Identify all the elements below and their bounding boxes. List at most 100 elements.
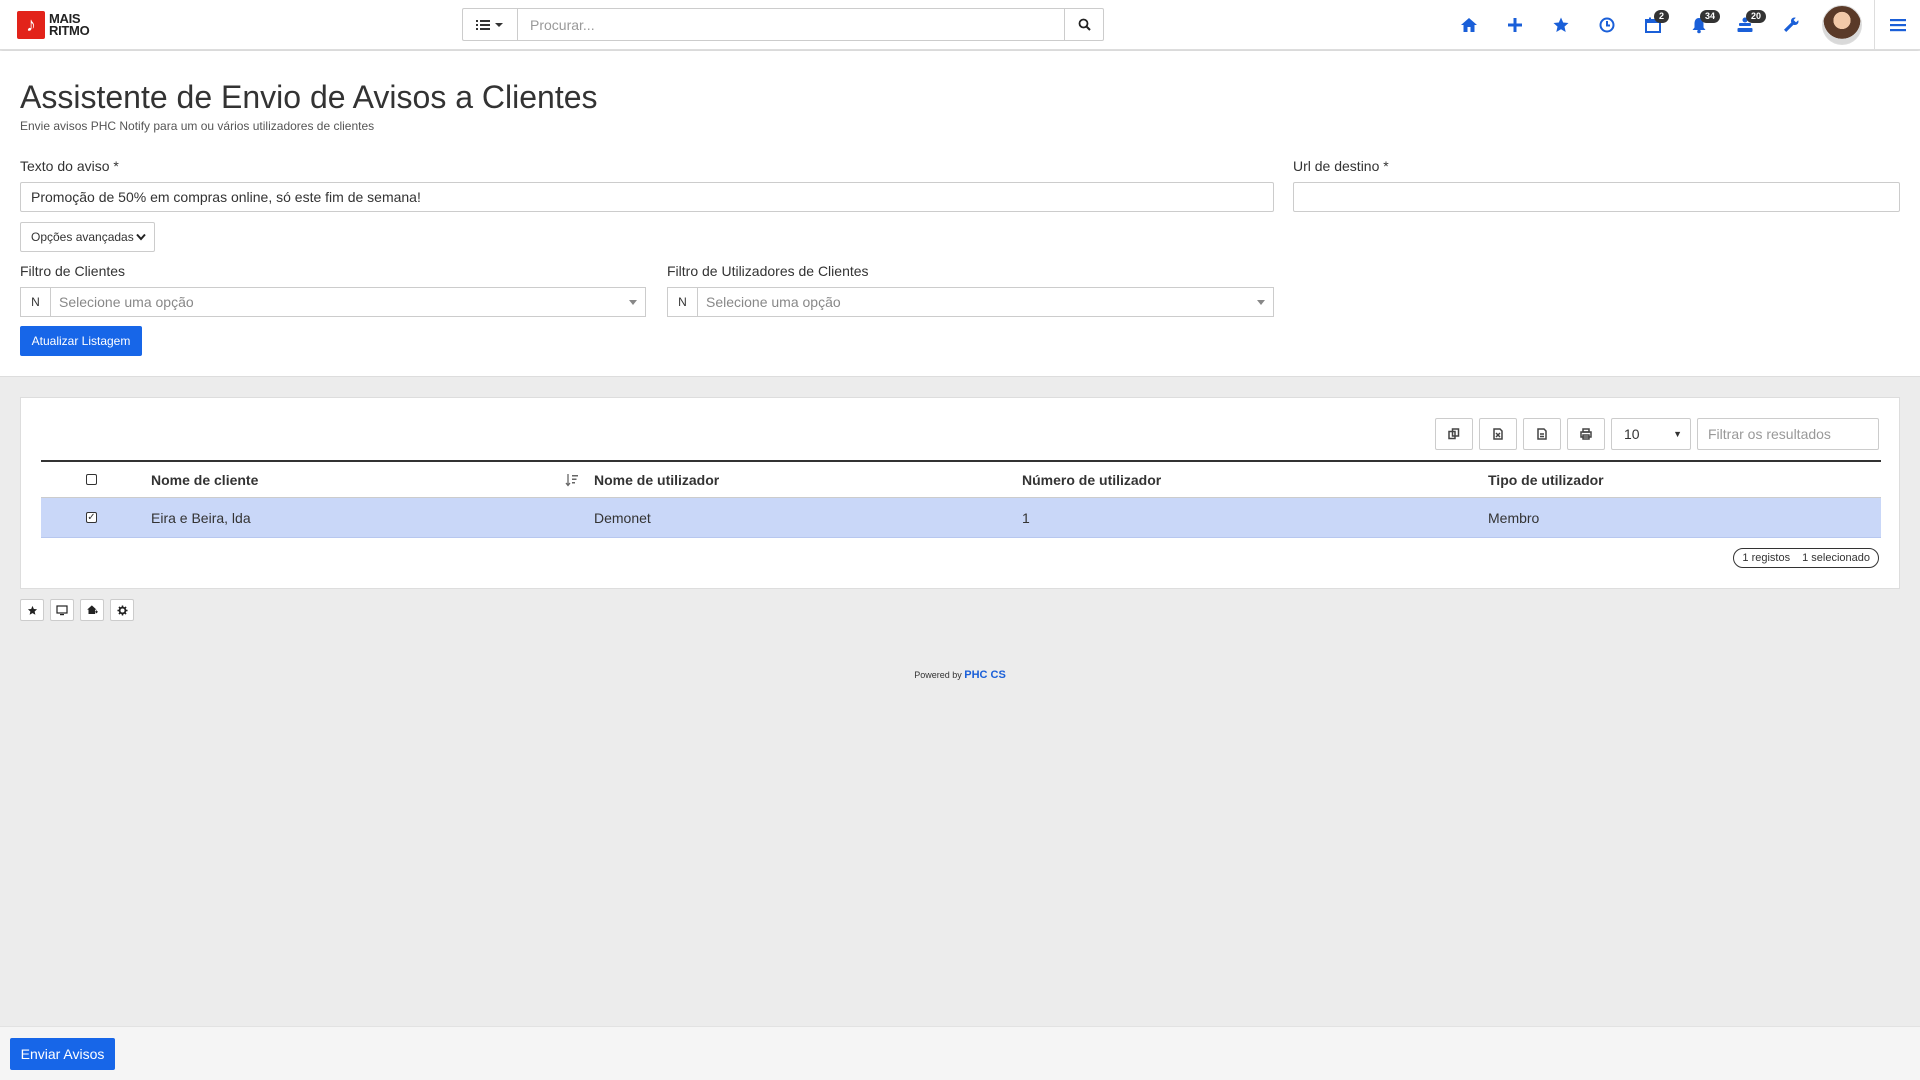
footer-bar: Enviar Avisos bbox=[0, 1026, 1920, 1080]
page-settings-button[interactable] bbox=[110, 599, 134, 621]
logo-mark-icon: ♪ bbox=[17, 11, 45, 39]
page-subtitle: Envie avisos PHC Notify para um ou vário… bbox=[20, 119, 375, 133]
checkbox-icon bbox=[86, 474, 97, 485]
client-filter-label: Filtro de Clientes bbox=[20, 263, 126, 279]
message-label: Texto do aviso * bbox=[20, 158, 119, 174]
page-title: Assistente de Envio de Avisos a Clientes bbox=[20, 79, 598, 115]
user-filter-select[interactable]: N Selecione uma opção bbox=[667, 287, 1274, 317]
page-size-value: 10 bbox=[1624, 426, 1640, 442]
home-button[interactable] bbox=[1446, 0, 1492, 50]
search-button[interactable] bbox=[1065, 8, 1104, 41]
monitor-icon bbox=[56, 604, 68, 615]
selected-count: 1 selecionado bbox=[1802, 552, 1870, 564]
gear-icon bbox=[116, 604, 128, 616]
cell-client-name: Eira e Beira, lda bbox=[151, 509, 251, 526]
table-summary: 1 registos 1 selecionado bbox=[1733, 548, 1879, 568]
copy-button[interactable] bbox=[1435, 418, 1473, 450]
column-header-user-type[interactable]: Tipo de utilizador bbox=[1488, 462, 1604, 497]
favorite-page-button[interactable] bbox=[20, 599, 44, 621]
users-badge: 20 bbox=[1746, 10, 1767, 23]
add-button[interactable] bbox=[1492, 0, 1538, 50]
results-filter-input[interactable]: Filtrar os resultados bbox=[1697, 418, 1879, 450]
table-header: Nome de cliente Nome de utilizador Númer… bbox=[41, 460, 1881, 498]
results-panel: 10 ▼ Filtrar os resultados Nome de clien… bbox=[20, 397, 1900, 589]
caret-down-icon bbox=[629, 300, 637, 305]
column-header-user-name[interactable]: Nome de utilizador bbox=[594, 462, 719, 497]
calendar-button[interactable]: 2 bbox=[1630, 0, 1676, 50]
tools-button[interactable] bbox=[1768, 0, 1814, 50]
table-toolbar: 10 ▼ Filtrar os resultados bbox=[1435, 418, 1879, 450]
column-header-client-name[interactable]: Nome de cliente bbox=[151, 462, 258, 497]
add-to-home-button[interactable] bbox=[80, 599, 104, 621]
search-scope-dropdown[interactable] bbox=[462, 8, 517, 41]
user-filter-placeholder: Selecione uma opção bbox=[706, 294, 841, 310]
search-input[interactable]: Procurar... bbox=[517, 8, 1065, 41]
hamburger-icon bbox=[1889, 19, 1906, 32]
caret-down-icon: ▼ bbox=[1673, 429, 1682, 439]
advanced-options-label: Opções avançadas bbox=[31, 230, 134, 244]
page-size-select[interactable]: 10 ▼ bbox=[1611, 418, 1691, 450]
caret-down-icon bbox=[1257, 300, 1265, 305]
clock-icon bbox=[1599, 17, 1615, 33]
checkmark-icon: ✓ bbox=[86, 511, 97, 523]
cell-user-name: Demonet bbox=[594, 509, 651, 526]
search-icon bbox=[1078, 18, 1091, 31]
client-filter-negate-toggle[interactable]: N bbox=[20, 287, 50, 317]
table-row[interactable]: ✓ Eira e Beira, lda Demonet 1 Membro bbox=[41, 498, 1881, 538]
history-button[interactable] bbox=[1584, 0, 1630, 50]
sort-icon[interactable] bbox=[565, 462, 579, 497]
user-avatar[interactable] bbox=[1822, 5, 1862, 45]
global-search: Procurar... bbox=[462, 8, 1104, 41]
list-icon bbox=[476, 19, 490, 30]
home-icon bbox=[1461, 18, 1477, 32]
client-filter-select[interactable]: N Selecione uma opção bbox=[20, 287, 646, 317]
copy-icon bbox=[1448, 428, 1460, 440]
record-count: 1 registos bbox=[1742, 552, 1791, 564]
logo-text: MAIS RITMO bbox=[49, 12, 90, 38]
column-header-user-number[interactable]: Número de utilizador bbox=[1022, 462, 1161, 497]
form-section: Assistente de Envio de Avisos a Clientes… bbox=[0, 51, 1920, 377]
url-label: Url de destino * bbox=[1293, 158, 1389, 174]
user-filter-label: Filtro de Utilizadores de Clientes bbox=[667, 263, 869, 279]
star-icon bbox=[1553, 17, 1569, 32]
export-excel-button[interactable] bbox=[1479, 418, 1517, 450]
powered-brand-link[interactable]: PHC CS bbox=[964, 669, 1006, 681]
page-actions bbox=[20, 599, 134, 621]
plus-icon bbox=[1508, 18, 1522, 32]
client-filter-dropdown[interactable]: Selecione uma opção bbox=[50, 287, 646, 317]
favorites-button[interactable] bbox=[1538, 0, 1584, 50]
advanced-options-button[interactable]: Opções avançadas bbox=[20, 222, 155, 252]
cell-user-type: Membro bbox=[1488, 509, 1540, 526]
notifications-badge: 34 bbox=[1700, 10, 1721, 23]
desktop-shortcut-button[interactable] bbox=[50, 599, 74, 621]
select-all-checkbox[interactable] bbox=[86, 462, 97, 497]
logo-line-2: RITMO bbox=[49, 23, 90, 38]
user-filter-dropdown[interactable]: Selecione uma opção bbox=[697, 287, 1274, 317]
send-notices-button[interactable]: Enviar Avisos bbox=[10, 1038, 115, 1070]
app-logo[interactable]: ♪ MAIS RITMO bbox=[17, 11, 90, 39]
top-navbar: ♪ MAIS RITMO Procurar... 2 34 20 bbox=[0, 0, 1920, 50]
powered-by: Powered by PHC CS bbox=[0, 669, 1920, 681]
url-input[interactable] bbox=[1293, 182, 1900, 212]
excel-icon bbox=[1493, 428, 1503, 440]
sort-desc-icon bbox=[565, 473, 578, 487]
print-button[interactable] bbox=[1567, 418, 1605, 450]
pdf-icon bbox=[1537, 428, 1547, 440]
chevron-down-icon bbox=[135, 233, 146, 241]
home-add-icon bbox=[86, 605, 98, 614]
user-filter-negate-toggle[interactable]: N bbox=[667, 287, 697, 317]
message-input[interactable]: Promoção de 50% em compras online, só es… bbox=[20, 182, 1274, 212]
row-checkbox[interactable]: ✓ bbox=[86, 498, 97, 537]
client-filter-placeholder: Selecione uma opção bbox=[59, 294, 194, 310]
refresh-list-button[interactable]: Atualizar Listagem bbox=[20, 326, 142, 356]
top-icon-bar: 2 34 20 bbox=[1446, 0, 1920, 50]
users-button[interactable]: 20 bbox=[1722, 0, 1768, 50]
star-icon bbox=[27, 605, 37, 615]
cell-user-number: 1 bbox=[1022, 509, 1030, 526]
powered-prefix: Powered by bbox=[914, 670, 962, 680]
notifications-button[interactable]: 34 bbox=[1676, 0, 1722, 50]
export-pdf-button[interactable] bbox=[1523, 418, 1561, 450]
print-icon bbox=[1580, 428, 1592, 440]
main-menu-button[interactable] bbox=[1874, 0, 1920, 50]
wrench-icon bbox=[1784, 17, 1799, 32]
